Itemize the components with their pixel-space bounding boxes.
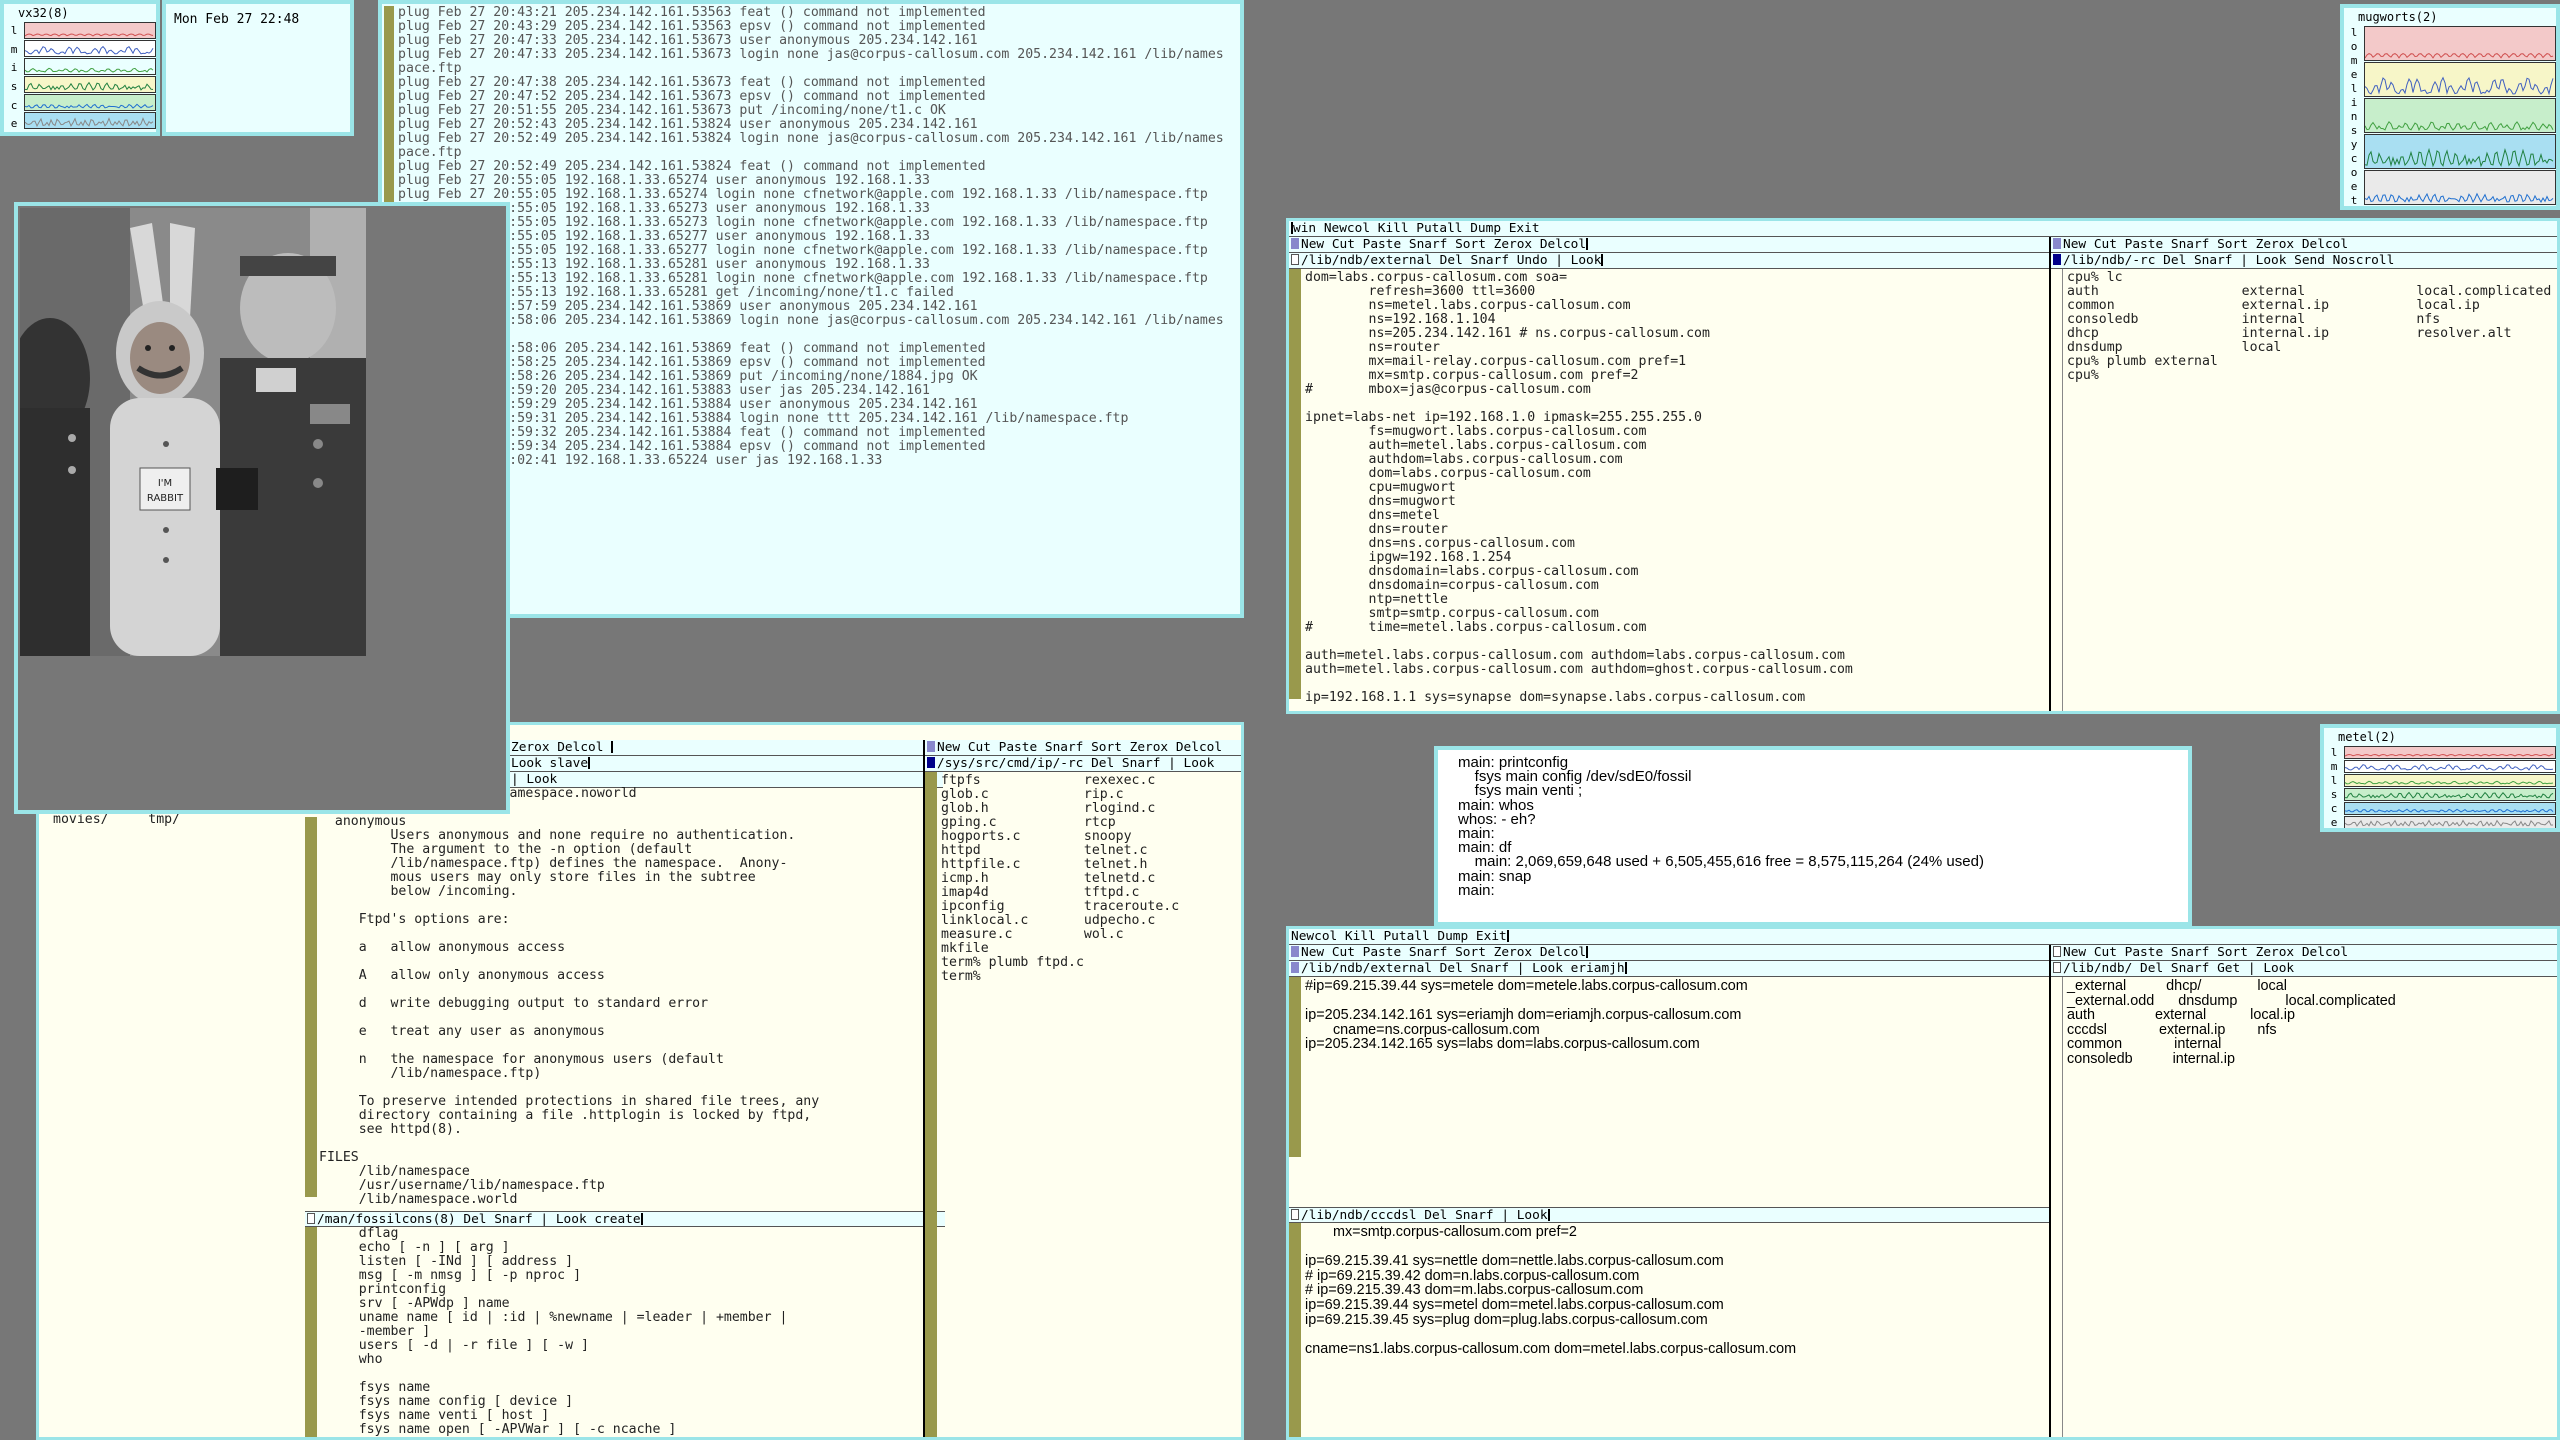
scrollbar[interactable] — [1289, 269, 1301, 699]
clock-text: Mon Feb 27 22:48 — [174, 12, 300, 27]
acme-br-win2-tag[interactable]: /lib/ndb/cccdsl Del Snarf | Look — [1289, 1207, 2049, 1223]
scrollbar[interactable] — [1289, 1223, 1301, 1437]
stat-graph-row — [24, 40, 156, 57]
stat-graph-row — [2344, 746, 2556, 759]
fossil-console-text[interactable]: main: printconfig fsys main config /dev/… — [1458, 755, 1984, 898]
acme-top-col2-tag[interactable]: New Cut Paste Snarf Sort Zerox Delcol — [2051, 237, 2557, 253]
ftpd-man-text[interactable]: rd in the clear. /lib/namespace.noworld … — [319, 787, 819, 1207]
win-tag-text[interactable]: /lib/ndb/-rc Del Snarf | Look Send Noscr… — [2063, 253, 2394, 268]
ip-src-listing[interactable]: ftpfs rexexec.c glob.c rip.c glob.h rlog… — [941, 774, 1179, 984]
acme-top-window[interactable]: win Newcol Kill Putall Dump Exit New Cut… — [1286, 218, 2560, 714]
metel-graphs: lmlsce — [2326, 746, 2556, 829]
fossilcons-man-text[interactable]: dflag echo [ -n ] [ arg ] listen [ -INd … — [319, 1227, 788, 1437]
stat-graph-row — [24, 22, 156, 39]
acme-br-row-tag[interactable]: Newcol Kill Putall Dump Exit — [1289, 929, 2557, 945]
stat-graph-row — [2344, 760, 2556, 773]
acme-top-row-tag-text[interactable]: win Newcol Kill Putall Dump Exit — [1293, 221, 1540, 236]
acme-top-col1-tag[interactable]: New Cut Paste Snarf Sort Zerox Delcol — [1289, 237, 2049, 253]
acme-br-win3-tag[interactable]: /lib/ndb/ Del Snarf Get | Look — [2051, 961, 2557, 977]
col-tag-text[interactable]: New Cut Paste Snarf Sort Zerox Delcol — [937, 740, 1222, 755]
col-tag-text[interactable]: New Cut Paste Snarf Sort Zerox Delcol — [2063, 945, 2348, 960]
stat-graph-row — [2364, 98, 2556, 133]
stat-graph-row — [2364, 134, 2556, 169]
mugworts-stats-window[interactable]: mugworts(2) lomelinsycoet — [2340, 4, 2560, 210]
stat-graph-row — [24, 94, 156, 111]
photo-caption-line1: I'M — [158, 478, 172, 489]
stat-graph-row — [2344, 816, 2556, 828]
acme-bottom-left-window[interactable]: Zerox Delcol Look slave | Look movies/ t… — [36, 722, 1244, 1440]
acme-br-win1-tag[interactable]: /lib/ndb/external Del Snarf | Look eriam… — [1289, 961, 2049, 977]
ndb-cccdsl-text[interactable]: mx=smtp.corpus-callosum.com pref=2 ip=69… — [1305, 1225, 1796, 1356]
ndb-dir-listing[interactable]: _external dhcp/ local _external.odd dnsd… — [2067, 979, 2396, 1067]
acme-bl-left-tag-b[interactable]: Look slave — [509, 756, 943, 772]
col-tag-text[interactable]: Zerox Delcol — [511, 740, 603, 755]
dir-listing-text[interactable]: movies/ tmp/ — [53, 813, 180, 827]
acme-br-col2-tag[interactable]: New Cut Paste Snarf Sort Zerox Delcol — [2051, 945, 2557, 961]
acme-bl-left-tag-a[interactable]: Zerox Delcol — [509, 740, 943, 756]
stat-graph-row — [24, 76, 156, 93]
photo-caption-line2: RABBIT — [147, 493, 184, 504]
col-tag-text[interactable]: New Cut Paste Snarf Sort Zerox Delcol — [1301, 237, 1586, 252]
ndb-external-text[interactable]: #ip=69.215.39.44 sys=metele dom=metele.l… — [1305, 979, 1748, 1052]
acme-bl-fossil-tag[interactable]: /man/fossilcons(8) Del Snarf | Look crea… — [305, 1211, 945, 1227]
mugworts-title: mugworts(2) — [2358, 10, 2438, 24]
metel-title: metel(2) — [2338, 730, 2396, 744]
acme-br-col1-tag[interactable]: New Cut Paste Snarf Sort Zerox Delcol — [1289, 945, 2049, 961]
stat-graph-row — [2344, 774, 2556, 787]
scrollbar[interactable] — [925, 772, 937, 1437]
ftp-log-text: plug Feb 27 20:43:21 205.234.142.161.535… — [398, 5, 1224, 468]
acme-top-win1-tag[interactable]: /lib/ndb/external Del Snarf Undo | Look — [1289, 253, 2049, 269]
vx32-graphs: lmisce — [6, 22, 156, 132]
stat-graph-row — [2364, 26, 2556, 61]
clock-window[interactable]: Mon Feb 27 22:48 — [162, 0, 354, 136]
col-tag-text[interactable]: New Cut Paste Snarf Sort Zerox Delcol — [1301, 945, 1586, 960]
stat-labels: lomelinsycoet — [2350, 26, 2358, 207]
stat-labels: lmlsce — [2330, 746, 2338, 829]
stat-graph-row — [2364, 170, 2556, 205]
win-tag-text[interactable]: /lib/ndb/cccdsl Del Snarf | Look — [1301, 1208, 1548, 1222]
scrollbar[interactable] — [2051, 269, 2063, 711]
stat-graph-row — [2344, 802, 2556, 815]
photo-image: I'M RABBIT — [20, 208, 366, 656]
mugworts-graphs: lomelinsycoet — [2346, 26, 2556, 207]
row-tag-text[interactable]: Newcol Kill Putall Dump Exit — [1291, 929, 1507, 944]
stat-graph-row — [2364, 62, 2556, 97]
acme-bl-col2-tag[interactable]: New Cut Paste Snarf Sort Zerox Delcol — [925, 740, 1241, 756]
stat-labels: lmisce — [10, 24, 18, 131]
stat-graph-row — [2344, 788, 2556, 801]
win-tag-text[interactable]: /lib/ndb/ Del Snarf Get | Look — [2063, 961, 2294, 976]
vx32-stats-window[interactable]: vx32(8) lmisce — [0, 0, 160, 136]
stat-graph-row — [24, 58, 156, 75]
col-tag-text[interactable]: New Cut Paste Snarf Sort Zerox Delcol — [2063, 237, 2348, 252]
metel-stats-window[interactable]: metel(2) lmlsce — [2320, 724, 2560, 832]
win-tag-text[interactable]: /lib/ndb/external Del Snarf Undo | Look — [1301, 253, 1601, 268]
acme-top-row-tag[interactable]: win Newcol Kill Putall Dump Exit — [1289, 221, 2557, 237]
photo-window[interactable]: I'M RABBIT — [14, 202, 510, 814]
scrollbar[interactable] — [305, 817, 317, 1197]
fossil-console-window[interactable]: main: printconfig fsys main config /dev/… — [1434, 746, 2192, 926]
vx32-title: vx32(8) — [18, 6, 69, 20]
ndb-external-text[interactable]: dom=labs.corpus-callosum.com soa= refres… — [1305, 271, 1853, 705]
win-tag-text[interactable]: /man/fossilcons(8) Del Snarf | Look crea… — [317, 1212, 641, 1226]
win-tag-text[interactable]: /lib/ndb/external Del Snarf | Look eriam… — [1301, 961, 1625, 976]
win-tag-text[interactable]: Look slave — [511, 756, 588, 771]
acme-bl-win2-tag[interactable]: /sys/src/cmd/ip/-rc Del Snarf | Look — [925, 756, 1241, 772]
stat-graph-row — [24, 112, 156, 129]
acme-bottom-right-window[interactable]: Newcol Kill Putall Dump Exit New Cut Pas… — [1286, 926, 2560, 1440]
rc-shell-text[interactable]: cpu% lc auth external local.complicated … — [2067, 271, 2551, 383]
scrollbar[interactable] — [2051, 977, 2063, 1437]
scrollbar[interactable] — [305, 1227, 317, 1437]
win-tag-text[interactable]: | Look — [511, 772, 557, 787]
win-tag-text[interactable]: /sys/src/cmd/ip/-rc Del Snarf | Look — [937, 756, 1214, 771]
scrollbar[interactable] — [1289, 977, 1301, 1157]
acme-top-win2-tag[interactable]: /lib/ndb/-rc Del Snarf | Look Send Noscr… — [2051, 253, 2557, 269]
